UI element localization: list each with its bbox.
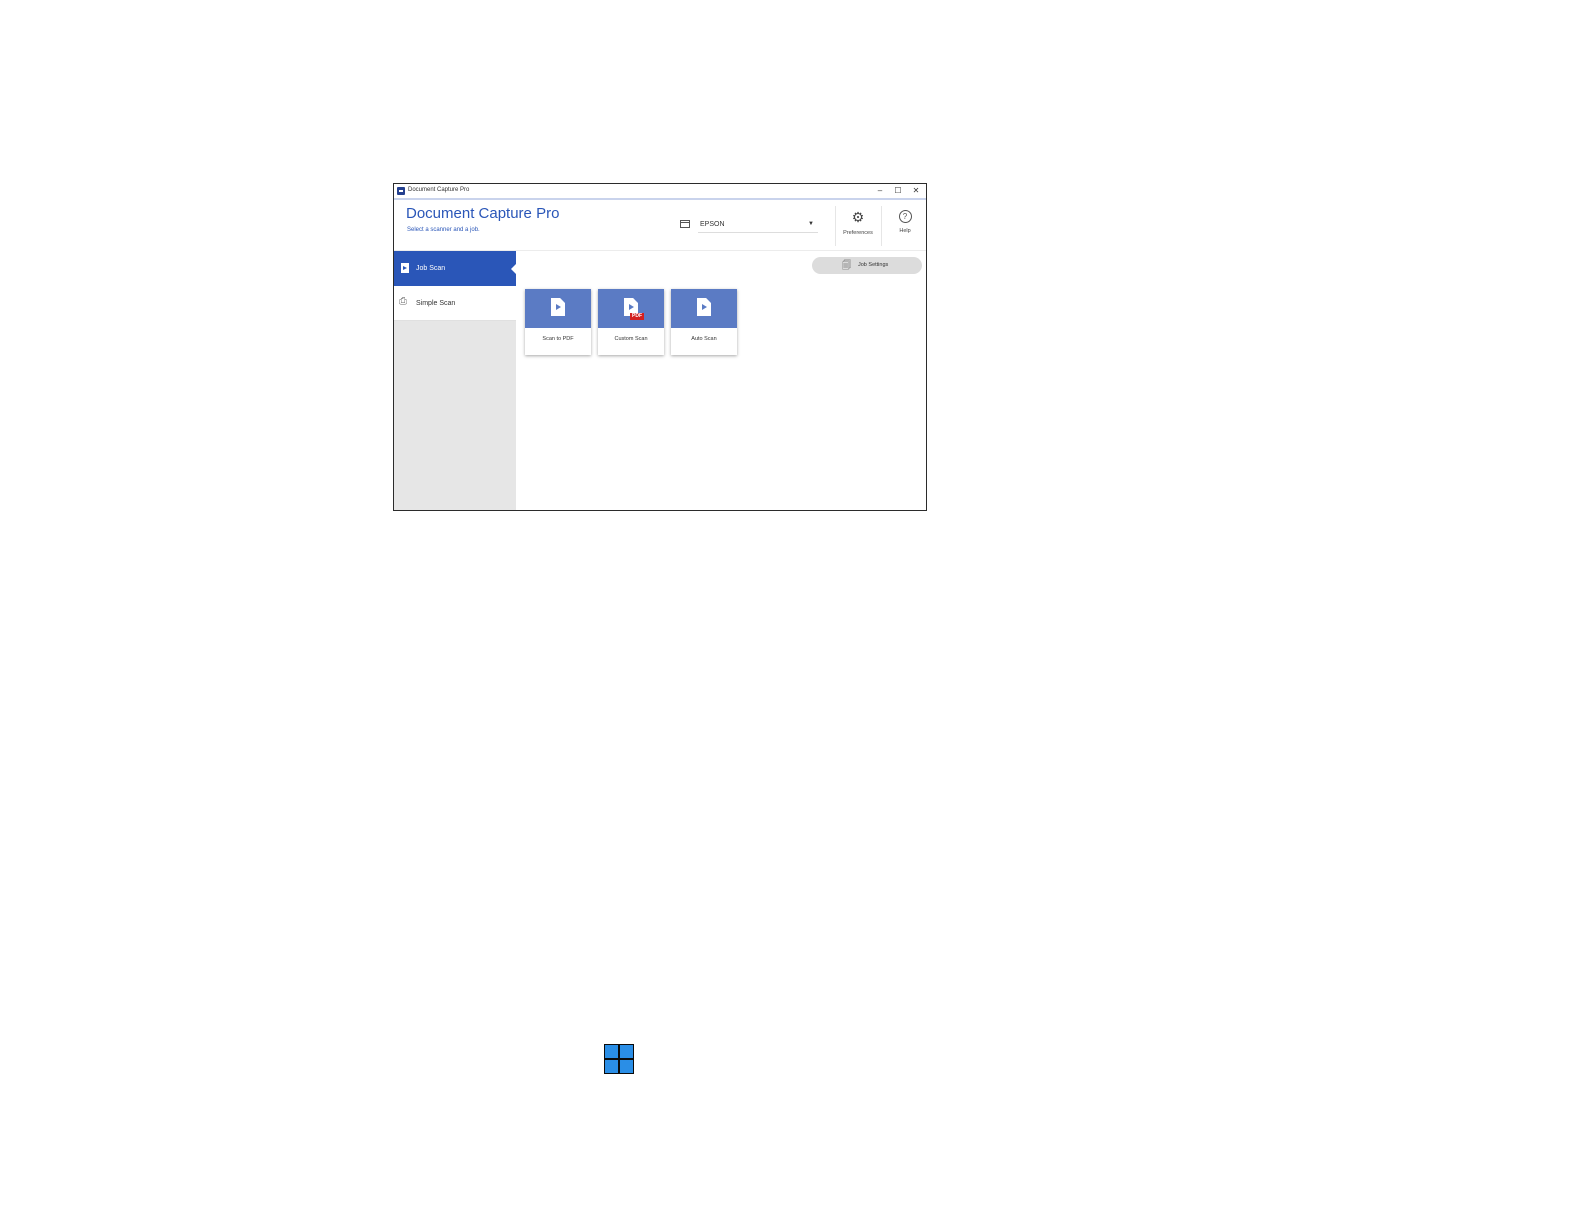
scanner-select[interactable]: EPSON ▼ (698, 217, 818, 233)
help-label: Help (899, 228, 911, 234)
window-title: Document Capture Pro (408, 187, 470, 193)
sidebar-item-simple-scan[interactable]: ⎙ Simple Scan (394, 286, 516, 321)
document-play-icon (401, 263, 409, 273)
logo-quadrant (620, 1060, 633, 1073)
job-tile-custom-scan[interactable]: PDF Custom Scan (598, 289, 664, 355)
minimize-button[interactable]: – (873, 185, 887, 197)
logo-quadrant (605, 1045, 618, 1058)
job-tile-label: Scan to PDF (542, 336, 574, 342)
logo-quadrant (620, 1045, 633, 1058)
job-settings-label: Job Settings (858, 262, 889, 268)
logo-quadrant (605, 1060, 618, 1073)
job-tile-scan-to-pdf[interactable]: Scan to PDF (525, 289, 591, 355)
job-tile-label: Custom Scan (614, 336, 648, 342)
app-title: Document Capture Pro (406, 205, 560, 222)
job-settings-button[interactable]: 🗐 Job Settings (812, 257, 922, 274)
maximize-button[interactable]: ☐ (891, 185, 905, 197)
sidebar-item-label: Job Scan (416, 265, 446, 272)
tile-header (525, 289, 591, 328)
close-button[interactable]: ✕ (909, 185, 923, 197)
scanner-icon: ⎙ (399, 296, 407, 307)
preferences-button[interactable]: ⚙ Preferences (836, 204, 880, 246)
tile-header: PDF (598, 289, 664, 328)
header-divider (881, 206, 882, 246)
settings-document-icon: 🗐 (842, 260, 851, 270)
job-tile-label: Auto Scan (691, 336, 717, 342)
sidebar-item-job-scan[interactable]: Job Scan (394, 251, 517, 286)
title-bar: Document Capture Pro – ☐ ✕ (394, 184, 926, 200)
scanner-icon (680, 220, 690, 228)
chevron-down-icon: ▼ (808, 221, 814, 227)
help-icon: ? (898, 210, 912, 223)
tile-header (671, 289, 737, 328)
windows-start-icon (604, 1044, 634, 1074)
app-window: Document Capture Pro – ☐ ✕ Document Capt… (393, 183, 927, 511)
scanner-select-value: EPSON (700, 221, 725, 228)
document-play-icon (697, 298, 711, 316)
gear-icon: ⚙ (851, 209, 865, 225)
job-content: 🗐 Job Settings Scan to PDF PDF Custom Sc… (516, 251, 926, 510)
preferences-label: Preferences (843, 230, 873, 236)
app-icon (397, 187, 405, 195)
document-play-icon (551, 298, 565, 316)
app-subtitle: Select a scanner and a job. (407, 227, 480, 233)
pdf-badge: PDF (630, 313, 644, 320)
sidebar: Job Scan ⎙ Simple Scan (394, 251, 517, 510)
job-tile-auto-scan[interactable]: Auto Scan (671, 289, 737, 355)
app-header: Document Capture Pro Select a scanner an… (394, 200, 926, 251)
help-button[interactable]: ? Help (883, 204, 926, 246)
sidebar-item-label: Simple Scan (416, 300, 456, 307)
